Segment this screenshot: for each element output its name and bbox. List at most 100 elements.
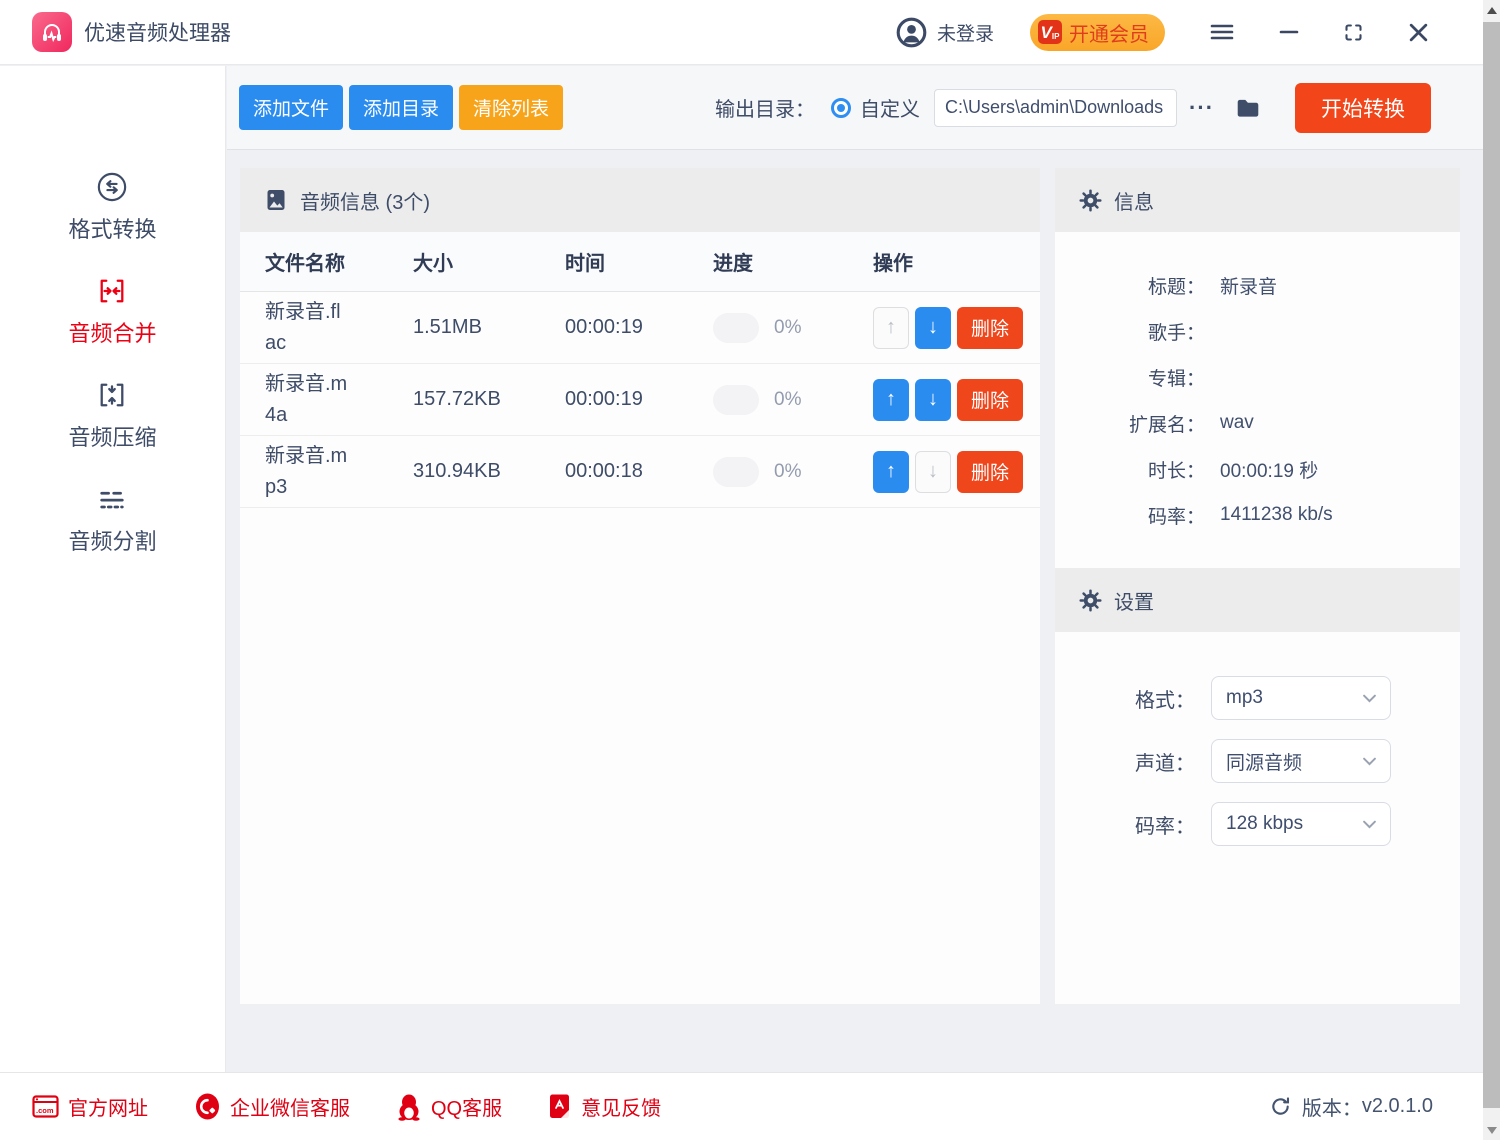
add-file-button[interactable]: 添加文件: [239, 85, 343, 130]
clear-list-button[interactable]: 清除列表: [459, 85, 563, 130]
delete-button[interactable]: 删除: [957, 379, 1023, 421]
delete-button[interactable]: 删除: [957, 451, 1023, 493]
file-time: 00:00:19: [565, 388, 713, 411]
format-select[interactable]: mp3: [1211, 676, 1391, 720]
svg-text:.com: .com: [36, 1106, 54, 1115]
custom-radio-label: 自定义: [860, 93, 920, 122]
vip-icon: V IP: [1038, 20, 1062, 44]
file-size: 157.72KB: [413, 388, 565, 411]
footer: .com 官方网址 企业微信客服 QQ客服 意见反馈: [0, 1072, 1483, 1140]
sidebar-item-label: 音频分割: [68, 524, 156, 556]
info-row-duration: 时长： 00:00:19 秒: [1055, 446, 1460, 492]
scrollbar-down-arrow[interactable]: [1483, 1120, 1500, 1140]
progress-value: 0%: [774, 461, 801, 483]
user-avatar-icon: [896, 17, 927, 48]
file-size: 310.94KB: [413, 460, 565, 483]
wecom-service-link[interactable]: 企业微信客服: [194, 1092, 350, 1121]
table-row[interactable]: 新录音.flac 1.51MB 00:00:19 0% ↑ ↓ 删除: [240, 292, 1040, 364]
toolbar: 添加文件 添加目录 清除列表 输出目录： 自定义 ··· 开始转换: [227, 66, 1483, 150]
output-path-input[interactable]: [934, 89, 1177, 127]
info-row-album: 专辑：: [1055, 354, 1460, 400]
move-down-button[interactable]: ↓: [915, 307, 951, 349]
column-size: 大小: [413, 247, 565, 276]
minimize-icon[interactable]: [1279, 22, 1299, 42]
move-down-button[interactable]: ↓: [915, 379, 951, 421]
settings-panel-header: 设置: [1055, 568, 1460, 632]
sidebar-item-label: 格式转换: [68, 212, 156, 244]
info-row-extension: 扩展名： wav: [1055, 400, 1460, 446]
sidebar-item-audio-split[interactable]: 音频分割: [68, 482, 156, 556]
table-row[interactable]: 新录音.m4a 157.72KB 00:00:19 0% ↑ ↓ 删除: [240, 364, 1040, 436]
feedback-icon: [548, 1093, 572, 1120]
open-folder-button[interactable]: [1234, 95, 1262, 121]
login-area[interactable]: 未登录: [896, 17, 994, 48]
move-up-button[interactable]: ↑: [873, 451, 909, 493]
scrollbar-up-arrow[interactable]: [1483, 0, 1500, 20]
app-title: 优速音频处理器: [84, 17, 231, 47]
chevron-down-icon: [1363, 757, 1376, 766]
setting-row-channel: 声道： 同源音频: [1055, 739, 1460, 783]
vip-button[interactable]: V IP 开通会员: [1030, 14, 1165, 51]
chevron-down-icon: [1363, 694, 1376, 703]
format-convert-icon: [96, 170, 128, 204]
setting-row-bitrate: 码率： 128 kbps: [1055, 802, 1460, 846]
info-fields: 标题： 新录音 歌手： 专辑： 扩展名： wav 时长： 00:00:19 秒 …: [1055, 232, 1460, 538]
file-time: 00:00:18: [565, 460, 713, 483]
window-scrollbar[interactable]: [1483, 0, 1500, 1140]
version-area: 版本： v2.0.1.0: [1269, 1092, 1433, 1121]
sidebar: 格式转换 音频合并 音频压缩: [0, 66, 226, 1072]
sidebar-item-audio-merge[interactable]: 音频合并: [68, 274, 156, 348]
column-time: 时间: [565, 247, 713, 276]
titlebar: 优速音频处理器 未登录 V IP 开通会员: [0, 0, 1483, 65]
move-up-button[interactable]: ↑: [873, 379, 909, 421]
table-row[interactable]: 新录音.mp3 310.94KB 00:00:18 0% ↑ ↓ 删除: [240, 436, 1040, 508]
file-name: 新录音.mp3: [265, 441, 351, 503]
info-row-bitrate: 码率： 1411238 kb/s: [1055, 492, 1460, 538]
output-dir-label: 输出目录：: [715, 93, 815, 122]
add-directory-button[interactable]: 添加目录: [349, 85, 453, 130]
maximize-icon[interactable]: [1343, 22, 1364, 43]
bitrate-select[interactable]: 128 kbps: [1211, 802, 1391, 846]
menu-icon[interactable]: [1209, 21, 1235, 43]
official-site-link[interactable]: .com 官方网址: [32, 1092, 148, 1121]
channel-select[interactable]: 同源音频: [1211, 739, 1391, 783]
file-size: 1.51MB: [413, 316, 565, 339]
move-down-button[interactable]: ↓: [915, 451, 951, 493]
custom-radio[interactable]: [831, 98, 851, 118]
move-up-button[interactable]: ↑: [873, 307, 909, 349]
progress-bar: [713, 385, 759, 415]
close-icon[interactable]: [1408, 22, 1429, 43]
sidebar-item-label: 音频合并: [68, 316, 156, 348]
progress-value: 0%: [774, 389, 801, 411]
progress-bar: [713, 457, 759, 487]
qq-service-link[interactable]: QQ客服: [396, 1092, 502, 1121]
app-logo-icon: [32, 12, 72, 52]
delete-button[interactable]: 删除: [957, 307, 1023, 349]
sidebar-item-audio-compress[interactable]: 音频压缩: [68, 378, 156, 452]
setting-row-format: 格式： mp3: [1055, 676, 1460, 720]
chevron-down-icon: [1363, 820, 1376, 829]
side-panel: 信息 标题： 新录音 歌手： 专辑： 扩展名： wav 时长： 00:00:19…: [1055, 168, 1460, 1004]
progress-bar: [713, 313, 759, 343]
qq-service-icon: [396, 1093, 422, 1121]
sidebar-item-format-convert[interactable]: 格式转换: [68, 170, 156, 244]
version-value: v2.0.1.0: [1362, 1095, 1433, 1118]
file-name: 新录音.flac: [265, 297, 351, 359]
login-status: 未登录: [937, 19, 994, 46]
check-update-icon[interactable]: [1269, 1095, 1292, 1118]
feedback-link[interactable]: 意见反馈: [548, 1092, 661, 1121]
progress-value: 0%: [774, 317, 801, 339]
start-convert-button[interactable]: 开始转换: [1295, 83, 1431, 133]
version-label: 版本：: [1302, 1092, 1362, 1121]
info-row-title: 标题： 新录音: [1055, 262, 1460, 308]
folder-icon: [1234, 95, 1262, 121]
browse-ellipsis-button[interactable]: ···: [1189, 95, 1214, 121]
audio-merge-icon: [96, 274, 128, 308]
audio-info-icon: [264, 188, 288, 212]
audio-list-panel: 音频信息 (3个) 文件名称 大小 时间 进度 操作 新录音.flac 1.51…: [240, 168, 1040, 1004]
audio-list-header: 音频信息 (3个): [240, 168, 1040, 232]
sidebar-item-label: 音频压缩: [68, 420, 156, 452]
scrollbar-thumb[interactable]: [1483, 22, 1500, 1108]
settings-fields: 格式： mp3 声道： 同源音频 码率： 128 kbps: [1055, 632, 1460, 846]
info-panel-header: 信息: [1055, 168, 1460, 232]
